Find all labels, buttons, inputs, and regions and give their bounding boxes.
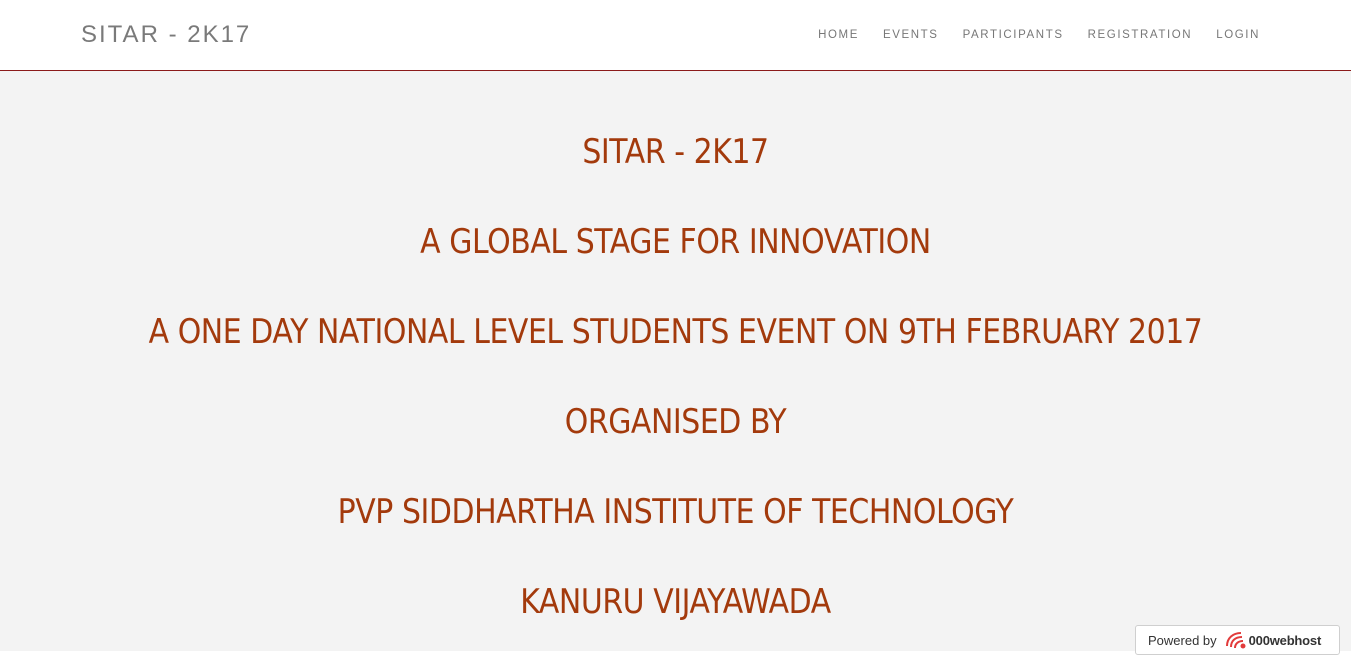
hero-title: SITAR - 2K17 bbox=[582, 132, 769, 172]
nav-link-registration[interactable]: REGISTRATION bbox=[1088, 28, 1193, 42]
nav-link-home[interactable]: HOME bbox=[818, 28, 859, 42]
powered-by-label: Powered by bbox=[1148, 632, 1217, 648]
nav-link-events[interactable]: EVENTS bbox=[883, 28, 939, 42]
top-navbar: SITAR - 2K17 HOME EVENTS PARTICIPANTS RE… bbox=[0, 0, 1351, 71]
brand-logo-link[interactable]: SITAR - 2K17 bbox=[81, 21, 251, 49]
nav-link-participants[interactable]: PARTICIPANTS bbox=[963, 28, 1064, 42]
powered-by-badge[interactable]: Powered by 000webhost bbox=[1135, 625, 1340, 655]
hero-event-date: A ONE DAY NATIONAL LEVEL STUDENTS EVENT … bbox=[148, 312, 1203, 352]
hero-institute: PVP SIDDHARTHA INSTITUTE OF TECHNOLOGY bbox=[337, 492, 1014, 532]
hero-section: SITAR - 2K17 A GLOBAL STAGE FOR INNOVATI… bbox=[0, 71, 1351, 651]
nav-link-login[interactable]: LOGIN bbox=[1216, 28, 1260, 42]
hero-location: KANURU VIJAYAWADA bbox=[520, 582, 831, 622]
000webhost-logo-icon bbox=[1223, 630, 1247, 650]
host-name-label: 000webhost bbox=[1248, 632, 1322, 648]
hero-organised-by: ORGANISED BY bbox=[564, 402, 787, 442]
nav-menu: HOME EVENTS PARTICIPANTS REGISTRATION LO… bbox=[794, 28, 1260, 42]
hero-tagline: A GLOBAL STAGE FOR INNOVATION bbox=[420, 222, 931, 262]
